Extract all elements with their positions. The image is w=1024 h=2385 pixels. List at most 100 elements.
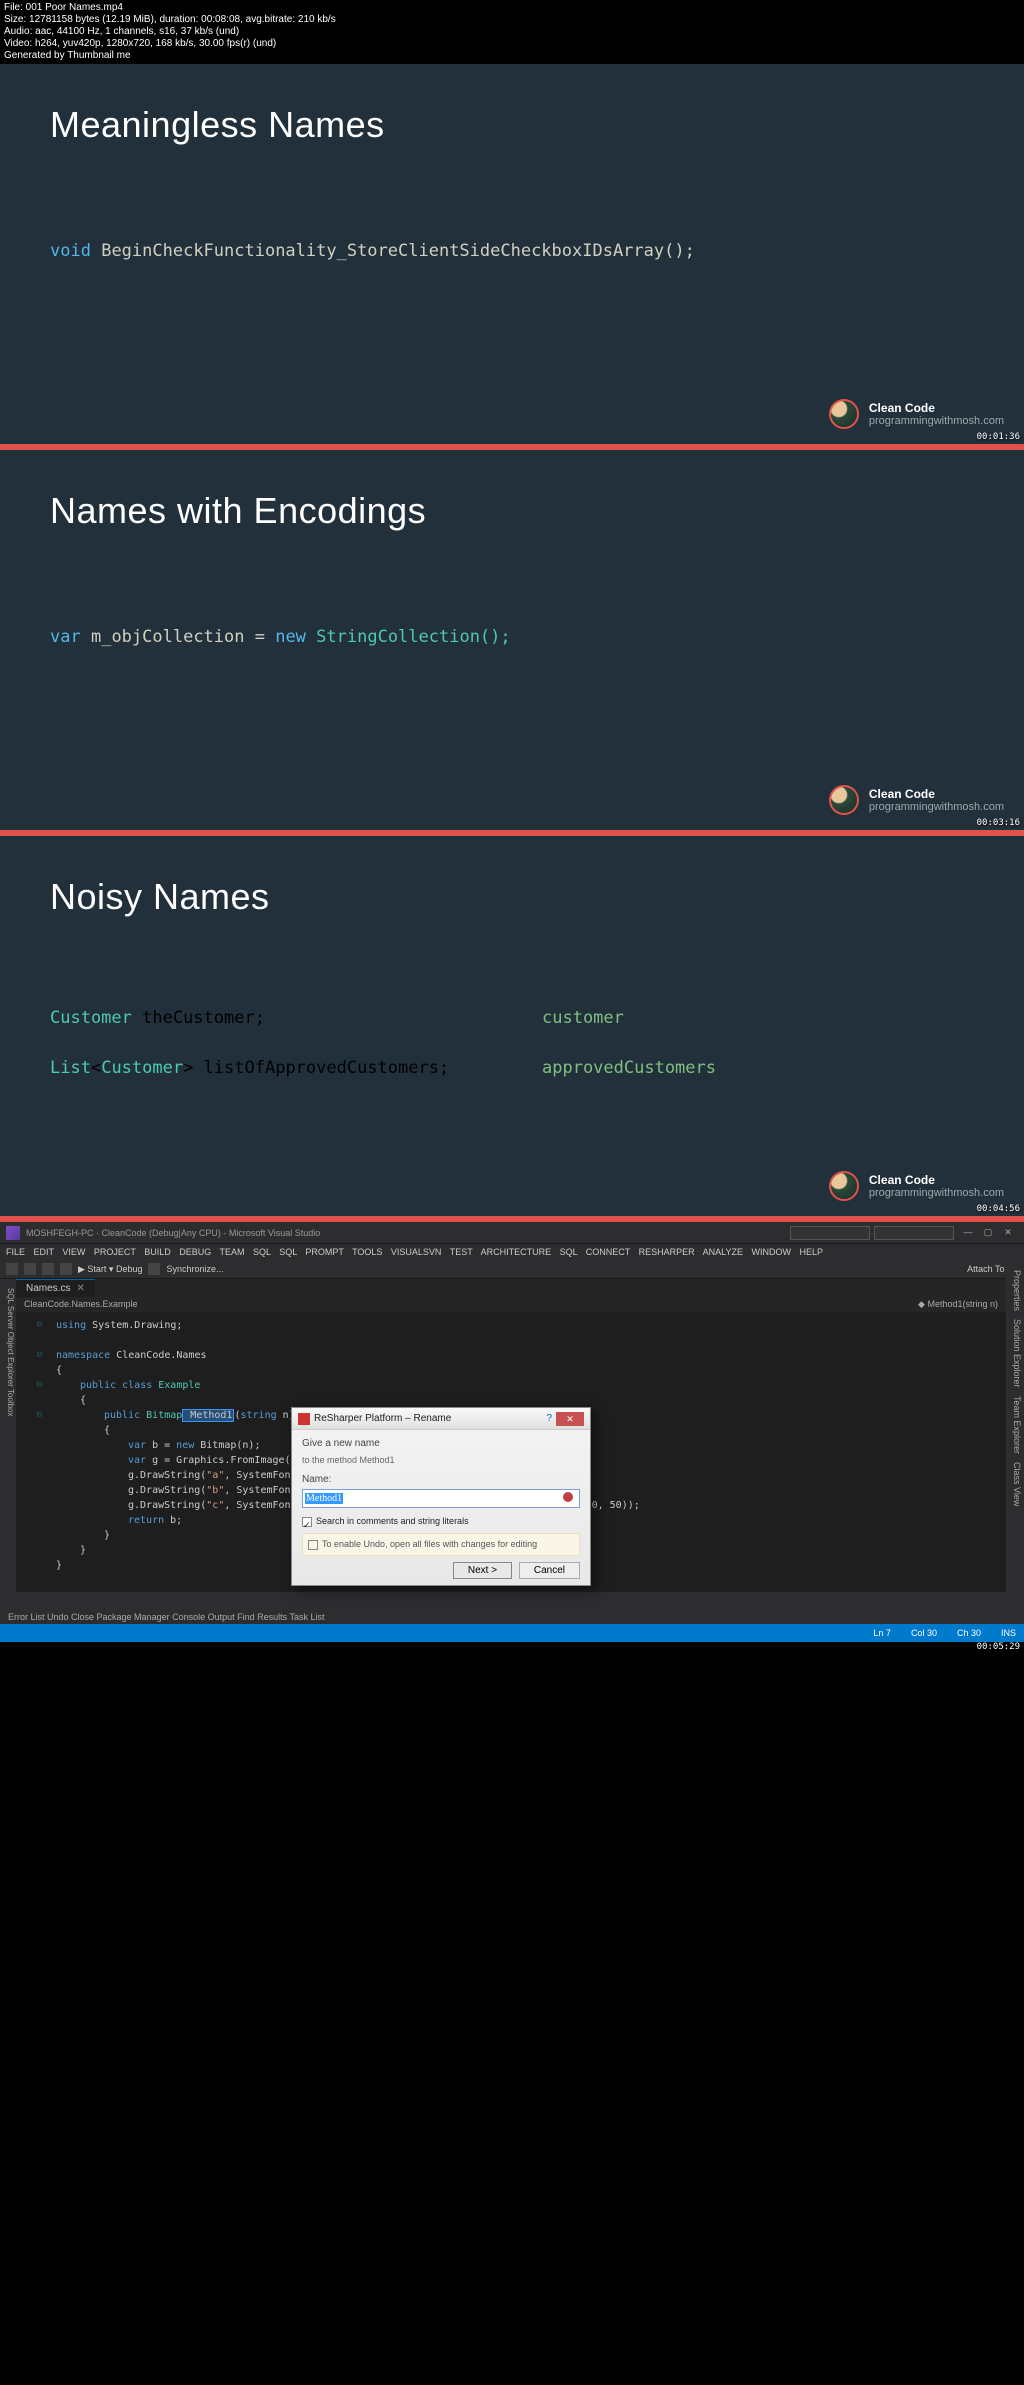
main-menu[interactable]: FILE EDIT VIEW PROJECT BUILD DEBUG TEAM …	[0, 1244, 1024, 1260]
good-column: customer approvedCustomers	[542, 1008, 974, 1108]
function-name: BeginCheckFunctionality_StoreClientSideC…	[101, 241, 695, 261]
brand-title: Clean Code	[869, 401, 1004, 415]
type-name: Customer	[50, 1008, 132, 1028]
brand-title: Clean Code	[869, 1173, 1004, 1187]
slide-noisy-names: Noisy Names Customer theCustomer; List<C…	[0, 836, 1024, 1216]
meta-audio: Audio: aac, 44100 Hz, 1 channels, s16, 3…	[4, 26, 1020, 38]
search-comments-checkbox[interactable]: ✓Search in comments and string literals	[302, 1514, 580, 1529]
dialog-close-button[interactable]: ✕	[556, 1412, 584, 1426]
quick-launch-input[interactable]	[874, 1226, 954, 1240]
keyword-var: var	[50, 627, 81, 647]
nav-bar[interactable]: CleanCode.Names.Example ◆ Method1(string…	[16, 1297, 1006, 1312]
nav-method[interactable]: ◆ Method1(string n)	[918, 1299, 998, 1310]
window-title: MOSHFEGH-PC · CleanCode (Debug|Any CPU) …	[26, 1228, 790, 1238]
give-name-label: Give a new name	[302, 1438, 380, 1449]
bottom-tool-tabs[interactable]: Error List Undo Close Package Manager Co…	[0, 1610, 1024, 1624]
info-icon	[308, 1540, 318, 1550]
status-bar: Ln 7 Col 30 Ch 30 INS	[0, 1624, 1024, 1642]
identifier: m_objCollection =	[91, 627, 275, 647]
nav-fwd-icon[interactable]	[24, 1263, 36, 1275]
footer-brand: Clean Code programmingwithmosh.com	[829, 399, 1004, 429]
type-name: List	[50, 1058, 91, 1078]
good-name: customer	[542, 1008, 974, 1028]
avatar-icon	[829, 785, 859, 815]
timestamp: 00:04:56	[977, 1204, 1020, 1214]
stack-overflow-search[interactable]	[790, 1226, 870, 1240]
nav-back-icon[interactable]	[6, 1263, 18, 1275]
close-icon[interactable]: ✕	[998, 1227, 1018, 1238]
help-icon[interactable]: ?	[546, 1411, 552, 1426]
timestamp: 00:05:29	[977, 1642, 1020, 1652]
brand-sub: programmingwithmosh.com	[869, 801, 1004, 813]
dialog-title-text: ReSharper Platform – Rename	[314, 1411, 546, 1426]
to-method-label: to the method Method1	[302, 1453, 580, 1468]
tab-row: Names.cs✕	[16, 1279, 1006, 1297]
meta-video: Video: h264, yuv420p, 1280x720, 168 kb/s…	[4, 38, 1020, 50]
maximize-icon[interactable]: ▢	[978, 1227, 998, 1238]
rename-dialog: ReSharper Platform – Rename ? ✕ Give a n…	[291, 1407, 591, 1586]
vs-logo-icon	[6, 1226, 20, 1240]
code-example: var m_objCollection = new StringCollecti…	[50, 627, 974, 647]
brand-sub: programmingwithmosh.com	[869, 415, 1004, 427]
titlebar: MOSHFEGH-PC · CleanCode (Debug|Any CPU) …	[0, 1222, 1024, 1244]
meta-gen: Generated by Thumbnail me	[4, 50, 1020, 62]
avatar-icon	[829, 1171, 859, 1201]
final-timestamp-row: 00:05:29	[0, 1642, 1024, 1656]
type-name: Customer	[101, 1058, 183, 1078]
status-ch: Ch 30	[957, 1628, 981, 1638]
footer-brand: Clean Code programmingwithmosh.com	[829, 785, 1004, 815]
left-sidebar-tabs[interactable]: SQL Server Object Explorer Toolbox	[0, 1282, 16, 1462]
next-button[interactable]: Next >	[453, 1562, 512, 1579]
name-input[interactable]: Method1	[302, 1489, 580, 1508]
toolbar[interactable]: ▶ Start ▾ Debug Synchronize... Attach To…	[0, 1260, 1024, 1279]
slide-title: Names with Encodings	[50, 490, 974, 532]
solution-explorer-tab[interactable]: Solution Explorer	[1008, 1319, 1022, 1388]
slide-meaningless-names: Meaningless Names void BeginCheckFunctio…	[0, 64, 1024, 444]
brand-sub: programmingwithmosh.com	[869, 1187, 1004, 1199]
slide-title: Meaningless Names	[50, 104, 974, 146]
type-name: StringCollection();	[316, 627, 510, 647]
save-icon[interactable]	[42, 1263, 54, 1275]
meta-size: Size: 12781158 bytes (12.19 MiB), durati…	[4, 14, 1020, 26]
undo-hint: To enable Undo, open all files with chan…	[302, 1533, 580, 1556]
error-indicator-icon	[563, 1492, 573, 1502]
class-view-tab[interactable]: Class View	[1008, 1462, 1022, 1506]
code-example: void BeginCheckFunctionality_StoreClient…	[50, 241, 974, 261]
resharper-icon	[298, 1413, 310, 1425]
window-buttons[interactable]: —▢✕	[958, 1227, 1018, 1238]
file-tab[interactable]: Names.cs✕	[16, 1279, 95, 1297]
bad-column: Customer theCustomer; List<Customer> lis…	[50, 1008, 482, 1108]
line-gutter: ⊟⊟⊟⊟	[16, 1318, 48, 1543]
properties-tab[interactable]: Properties	[1008, 1270, 1022, 1311]
keyword-void: void	[50, 241, 91, 261]
status-ins: INS	[1001, 1628, 1016, 1638]
name-label: Name:	[302, 1474, 331, 1485]
good-name: approvedCustomers	[542, 1058, 974, 1078]
avatar-icon	[829, 399, 859, 429]
bad-name: theCustomer;	[132, 1008, 265, 1028]
file-metadata: File: 001 Poor Names.mp4 Size: 12781158 …	[0, 0, 1024, 64]
cancel-button[interactable]: Cancel	[519, 1562, 580, 1579]
team-explorer-tab[interactable]: Team Explorer	[1008, 1396, 1022, 1454]
highlighted-method[interactable]: Method1	[182, 1409, 234, 1422]
slide-names-with-encodings: Names with Encodings var m_objCollection…	[0, 450, 1024, 830]
right-sidebar-tabs[interactable]: Properties Solution Explorer Team Explor…	[1006, 1264, 1024, 1524]
tab-close-icon[interactable]: ✕	[76, 1283, 84, 1294]
footer-brand: Clean Code programmingwithmosh.com	[829, 1171, 1004, 1201]
status-col: Col 30	[911, 1628, 937, 1638]
bad-name: > listOfApprovedCustomers;	[183, 1058, 449, 1078]
undo-icon[interactable]	[60, 1263, 72, 1275]
status-line: Ln 7	[873, 1628, 891, 1638]
synchronize-label[interactable]: Synchronize...	[166, 1264, 223, 1274]
meta-file: File: 001 Poor Names.mp4	[4, 2, 1020, 14]
dialog-titlebar[interactable]: ReSharper Platform – Rename ? ✕	[292, 1408, 590, 1430]
start-debug-button[interactable]: ▶ Start ▾ Debug	[78, 1264, 142, 1275]
comparison: Customer theCustomer; List<Customer> lis…	[50, 1008, 974, 1108]
sync-icon[interactable]	[148, 1263, 160, 1275]
minimize-icon[interactable]: —	[958, 1227, 978, 1237]
nav-class[interactable]: CleanCode.Names.Example	[24, 1299, 918, 1310]
brand-title: Clean Code	[869, 787, 1004, 801]
slide-title: Noisy Names	[50, 876, 974, 918]
visual-studio-window: MOSHFEGH-PC · CleanCode (Debug|Any CPU) …	[0, 1222, 1024, 1642]
code-editor[interactable]: ⊟⊟⊟⊟ using System.Drawing; namespace Cle…	[16, 1312, 1006, 1592]
